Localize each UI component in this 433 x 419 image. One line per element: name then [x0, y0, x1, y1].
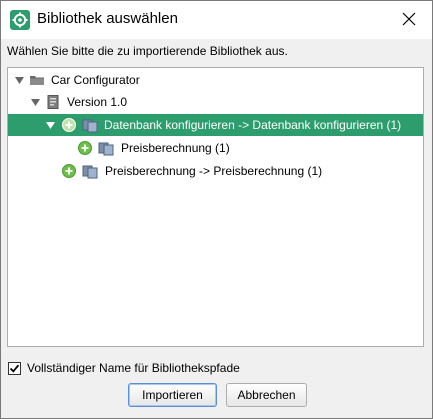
tree-item-label: Version 1.0 [67, 95, 128, 109]
tree-item-version[interactable]: Version 1.0 [8, 91, 423, 113]
instruction-text: Wählen Sie bitte die zu importierende Bi… [7, 44, 288, 58]
dialog-window: Bibliothek auswählen Wählen Sie bitte di… [0, 0, 433, 419]
checkmark-icon [9, 364, 20, 373]
full-name-label[interactable]: Vollständiger Name für Bibliothekspfade [27, 361, 240, 375]
expanded-arrow-icon[interactable] [14, 75, 24, 85]
gear-icon [10, 10, 30, 30]
tree-item-label: Preisberechnung (1) [121, 141, 230, 155]
tree-item-car-configurator[interactable]: Car Configurator [8, 69, 423, 91]
tree-item-preisberechnung[interactable]: Preisberechnung (1) [8, 137, 423, 159]
library-icon [98, 140, 114, 156]
expanded-arrow-icon[interactable] [45, 120, 55, 130]
tree-item-preisberechnung-mapping[interactable]: Preisberechnung -> Preisberechnung (1) [8, 160, 423, 182]
folder-icon [29, 72, 45, 88]
dialog-footer: Vollständiger Name für Bibliothekspfade … [1, 349, 432, 418]
tree-item-label: Datenbank konfigurieren -> Datenbank kon… [104, 118, 402, 132]
cancel-button[interactable]: Abbrechen [226, 383, 307, 407]
expanded-arrow-icon[interactable] [30, 97, 40, 107]
add-icon [62, 164, 76, 178]
close-icon [402, 12, 416, 26]
window-title: Bibliothek auswählen [37, 10, 178, 27]
full-name-option[interactable]: Vollständiger Name für Bibliothekspfade [8, 360, 240, 376]
tree-item-label: Preisberechnung -> Preisberechnung (1) [105, 164, 323, 178]
add-icon [62, 118, 76, 132]
version-icon [45, 94, 61, 110]
import-button[interactable]: Importieren [128, 383, 217, 407]
close-button[interactable] [394, 5, 424, 33]
library-icon [82, 163, 98, 179]
title-bar[interactable]: Bibliothek auswählen [1, 1, 432, 39]
tree-item-label: Car Configurator [51, 73, 140, 87]
library-icon [82, 117, 98, 133]
tree-item-datenbank-konfigurieren[interactable]: Datenbank konfigurieren -> Datenbank kon… [8, 114, 423, 136]
add-icon [78, 141, 92, 155]
dialog-content: Wählen Sie bitte die zu importierende Bi… [1, 39, 432, 418]
library-tree[interactable]: Car Configurator Version 1.0 Datenbank k… [7, 67, 424, 347]
full-name-checkbox[interactable] [8, 361, 21, 375]
